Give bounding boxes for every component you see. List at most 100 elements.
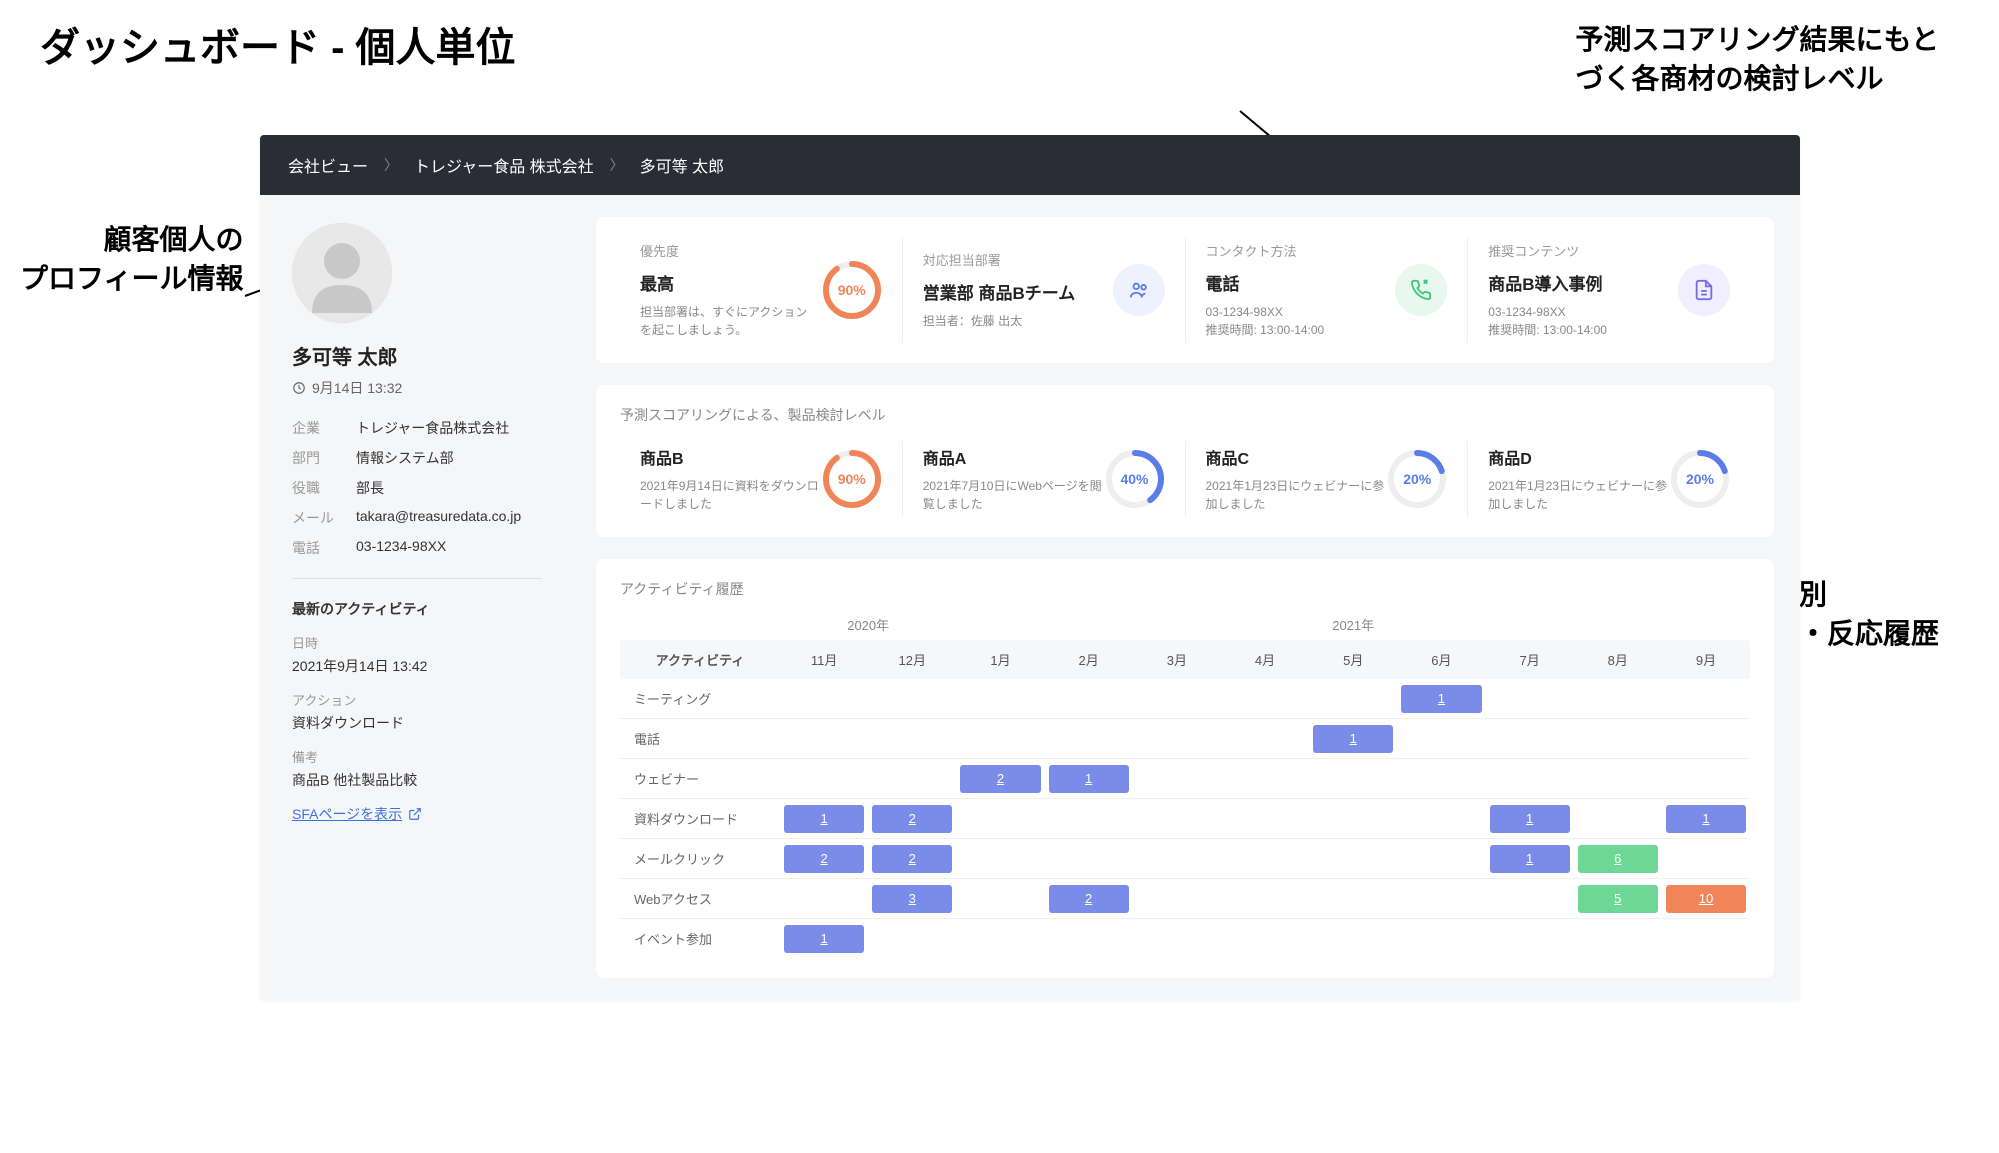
history-cell[interactable]: 2 (1045, 879, 1133, 918)
users-icon (1113, 264, 1165, 316)
history-row: ウェビナー21 (620, 759, 1750, 799)
history-cell-empty (956, 719, 1044, 758)
latest-activity-title: 最新のアクティビティ (292, 599, 542, 619)
history-cell-empty (1397, 839, 1485, 878)
score-name: 商品D (1488, 445, 1670, 469)
history-year: 2021年 (956, 615, 1750, 640)
score-name: 商品B (640, 445, 822, 469)
history-cell-empty (1574, 799, 1662, 838)
history-cell-empty (780, 879, 868, 918)
profile-info: 企業トレジャー食品株式会社 部門情報システム部 役職部長 メールtakara@t… (292, 418, 542, 558)
history-cell-empty (1574, 679, 1662, 718)
page-title-annotation: ダッシュボード - 個人単位 (40, 20, 516, 76)
history-cell-empty (868, 679, 956, 718)
history-row-label: イベント参加 (620, 919, 780, 958)
history-cell-empty (1045, 839, 1133, 878)
history-cell-empty (1397, 919, 1485, 958)
history-cell-empty (1662, 919, 1750, 958)
history-cell-empty (1309, 879, 1397, 918)
history-cell-empty (868, 759, 956, 798)
history-cell-empty (1221, 839, 1309, 878)
history-cell[interactable]: 5 (1574, 879, 1662, 918)
history-cell-empty (956, 799, 1044, 838)
history-cell-empty (1221, 879, 1309, 918)
history-cell-empty (1221, 759, 1309, 798)
history-cell-empty (956, 839, 1044, 878)
history-cell[interactable]: 3 (868, 879, 956, 918)
score-desc: 2021年7月10日にWebページを閲覧しました (923, 477, 1105, 513)
history-row-label: ミーティング (620, 679, 780, 718)
history-cell-empty (1309, 919, 1397, 958)
score-desc: 2021年1月23日にウェビナーに参加しました (1206, 477, 1388, 513)
history-cell-empty (1662, 719, 1750, 758)
history-cell-empty (1221, 919, 1309, 958)
breadcrumb-company[interactable]: トレジャー食品 株式会社 (414, 153, 594, 177)
history-month: 4月 (1221, 640, 1309, 679)
avatar (292, 223, 392, 323)
history-cell-empty (1133, 839, 1221, 878)
main-content: 優先度 最高 担当部署は、すぐにアクションを起こしましょう。 90% 対応担当部… (570, 195, 1800, 1000)
document-icon (1678, 264, 1730, 316)
history-month: 9月 (1662, 640, 1750, 679)
history-row-label: Webアクセス (620, 879, 780, 918)
history-cell[interactable]: 1 (780, 799, 868, 838)
history-cell-empty (1133, 719, 1221, 758)
history-month: 8月 (1574, 640, 1662, 679)
history-cell-empty (1133, 679, 1221, 718)
history-cell-empty (1309, 799, 1397, 838)
history-cell-empty (1309, 839, 1397, 878)
history-cell[interactable]: 2 (956, 759, 1044, 798)
history-month: 2月 (1045, 640, 1133, 679)
history-cell[interactable]: 2 (780, 839, 868, 878)
history-cell-empty (1662, 839, 1750, 878)
history-cell[interactable]: 1 (1045, 759, 1133, 798)
history-cell[interactable]: 2 (868, 799, 956, 838)
history-cell[interactable]: 1 (1486, 799, 1574, 838)
history-title: アクティビティ履歴 (620, 579, 1750, 599)
history-cell-empty (1574, 719, 1662, 758)
history-cell-empty (868, 719, 956, 758)
history-cell[interactable]: 6 (1574, 839, 1662, 878)
history-cell-empty (1486, 679, 1574, 718)
score-name: 商品C (1206, 445, 1388, 469)
annotation-scoring: 予測スコアリング結果にもとづく各商材の検討レベル (1576, 20, 1939, 98)
metric-priority: 優先度 最高 担当部署は、すぐにアクションを起こしましょう。 90% (620, 237, 903, 343)
history-cell-empty (1309, 759, 1397, 798)
history-row: ミーティング 1 (620, 679, 1750, 719)
history-cell[interactable]: 10 (1662, 879, 1750, 918)
history-cell-empty (1309, 679, 1397, 718)
history-cell-empty (956, 879, 1044, 918)
history-cell[interactable]: 1 (780, 919, 868, 958)
history-month: 5月 (1309, 640, 1397, 679)
score-item: 商品C2021年1月23日にウェビナーに参加しました20% (1186, 441, 1469, 517)
history-activity-header: アクティビティ (620, 640, 780, 679)
score-item: 商品B2021年9月14日に資料をダウンロードしました90% (620, 441, 903, 517)
breadcrumb-person[interactable]: 多可等 太郎 (640, 153, 724, 177)
history-cell-empty (956, 679, 1044, 718)
score-desc: 2021年1月23日にウェビナーに参加しました (1488, 477, 1670, 513)
history-cell[interactable]: 2 (868, 839, 956, 878)
history-cell-empty (1574, 919, 1662, 958)
history-cell[interactable]: 1 (1397, 679, 1485, 718)
history-month: 11月 (780, 640, 868, 679)
person-timestamp: 9月14日 13:32 (292, 378, 542, 398)
clock-icon (292, 381, 306, 395)
history-cell[interactable]: 1 (1486, 839, 1574, 878)
sfa-link[interactable]: SFAページを表示 (292, 804, 422, 824)
history-month: 6月 (1397, 640, 1485, 679)
score-desc: 2021年9月14日に資料をダウンロードしました (640, 477, 822, 513)
history-cell-empty (1133, 799, 1221, 838)
history-cell-empty (1397, 759, 1485, 798)
history-month: 12月 (868, 640, 956, 679)
history-cell[interactable]: 1 (1309, 719, 1397, 758)
history-cell-empty (780, 679, 868, 718)
history-row: イベント参加1 (620, 919, 1750, 958)
breadcrumb-root[interactable]: 会社ビュー (288, 153, 368, 177)
history-cell-empty (1397, 799, 1485, 838)
history-cell-empty (1221, 719, 1309, 758)
history-cell-empty (1221, 679, 1309, 718)
history-row-label: メールクリック (620, 839, 780, 878)
history-month: 1月 (956, 640, 1044, 679)
history-cell[interactable]: 1 (1662, 799, 1750, 838)
history-cell-empty (1133, 879, 1221, 918)
